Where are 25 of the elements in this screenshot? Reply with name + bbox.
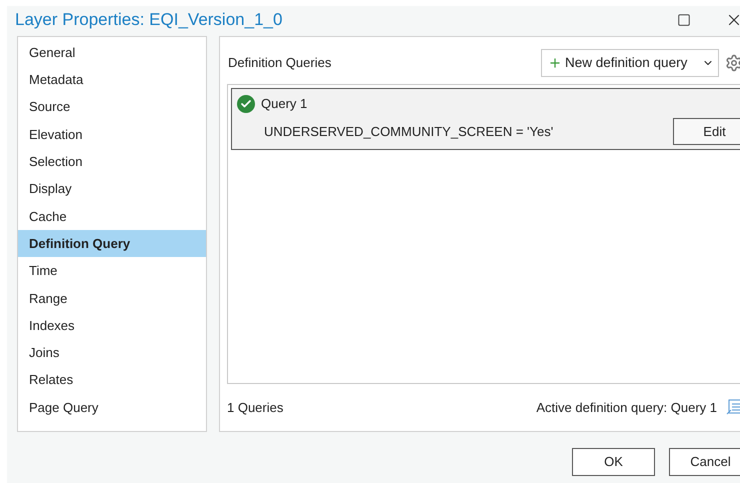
sidebar-item[interactable]: Range [18,284,206,312]
sidebar-item[interactable]: Selection [18,148,206,176]
active-query-label: Active definition query: Query 1 [536,398,717,417]
window-title: Layer Properties: EQI_Version_1_0 [15,9,282,32]
sidebar-item[interactable]: Joins [18,339,206,367]
sidebar-item[interactable]: Page Query [18,394,206,422]
query-card[interactable]: Query 1 UNDERSERVED_COMMUNITY_SCREEN = 'Yes' Edit [231,88,740,150]
new-query-button[interactable]: New definition query [541,48,719,77]
sidebar-item[interactable]: Relates [18,366,206,394]
dialog-button[interactable]: OK [572,448,655,476]
query-expression: UNDERSERVED_COMMUNITY_SCREEN = 'Yes' [264,122,554,141]
sidebar-item[interactable]: Time [18,257,206,285]
sidebar-item[interactable]: Metadata [18,66,206,94]
sidebar-item[interactable]: Display [18,175,206,203]
sidebar-item[interactable]: Indexes [18,312,206,340]
sidebar-item[interactable]: Source [18,94,206,121]
dialog-button[interactable]: Cancel [669,448,740,476]
edit-button[interactable]: Edit [673,118,740,145]
section-title: Definition Queries [228,54,332,72]
sidebar-item[interactable]: Definition Query [18,230,206,258]
sidebar-item[interactable]: Elevation [18,120,206,148]
query-count: 1 Queries [227,398,284,417]
sidebar-item[interactable]: General [18,39,206,66]
query-name: Query 1 [261,95,308,114]
sidebar-item[interactable]: Cache [18,202,206,230]
